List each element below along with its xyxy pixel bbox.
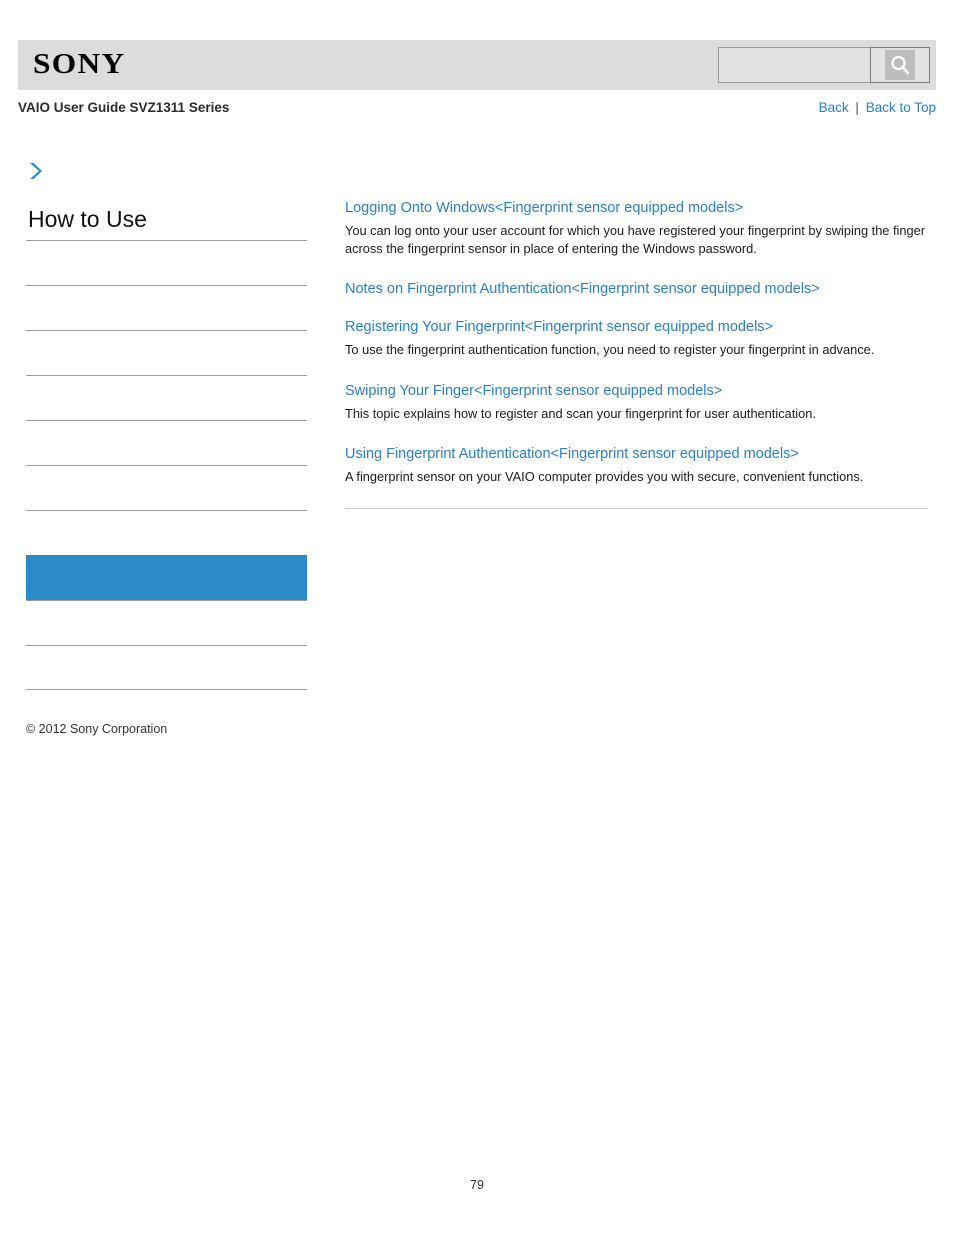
topic-entry: Logging Onto Windows<Fingerprint sensor … — [345, 198, 928, 257]
topic-link[interactable]: Notes on Fingerprint Authentication<Fing… — [345, 279, 928, 299]
content-divider — [345, 507, 928, 509]
copyright-notice: © 2012 Sony Corporation — [26, 722, 168, 736]
back-link[interactable]: Back — [819, 100, 849, 115]
top-navigation: Back | Back to Top — [819, 100, 936, 115]
sidebar-item-9[interactable] — [26, 645, 307, 690]
guide-title: VAIO User Guide SVZ1311 Series — [18, 100, 230, 115]
sidebar-item-4[interactable] — [26, 420, 307, 465]
topic-link[interactable]: Registering Your Fingerprint<Fingerprint… — [345, 317, 928, 337]
page-title: How to Use — [28, 206, 147, 232]
topic-entry: Registering Your Fingerprint<Fingerprint… — [345, 317, 928, 359]
sony-logo: SONY — [33, 49, 126, 80]
topic-description: To use the fingerprint authentication fu… — [345, 342, 875, 357]
topic-link[interactable]: Using Fingerprint Authentication<Fingerp… — [345, 444, 928, 464]
subheader: VAIO User Guide SVZ1311 Series Back | Ba… — [18, 100, 936, 122]
nav-separator: | — [855, 100, 859, 115]
topic-list: Logging Onto Windows<Fingerprint sensor … — [345, 198, 928, 509]
search-icon — [885, 50, 915, 80]
sidebar-item-2[interactable] — [26, 330, 307, 375]
search-button[interactable] — [870, 47, 930, 83]
sidebar: How to Use © 2012 Sony Corporation — [26, 160, 307, 736]
sidebar-item-5[interactable] — [26, 465, 307, 510]
sidebar-item-8[interactable] — [26, 600, 307, 645]
topic-description: You can log onto your user account for w… — [345, 223, 925, 256]
site-header: SONY — [18, 40, 936, 90]
sidebar-item-1[interactable] — [26, 285, 307, 330]
back-to-top-link[interactable]: Back to Top — [866, 100, 936, 115]
sidebar-item-3[interactable] — [26, 375, 307, 420]
sidebar-item-0[interactable] — [26, 240, 307, 285]
topic-entry: Swiping Your Finger<Fingerprint sensor e… — [345, 381, 928, 423]
topic-link[interactable]: Logging Onto Windows<Fingerprint sensor … — [345, 198, 928, 218]
sidebar-nav-list — [26, 240, 307, 690]
topic-description: This topic explains how to register and … — [345, 405, 816, 421]
topic-entry: Notes on Fingerprint Authentication<Fing… — [345, 279, 928, 299]
topic-entry: Using Fingerprint Authentication<Fingerp… — [345, 444, 928, 486]
sidebar-item-7-active[interactable] — [26, 555, 307, 600]
search-area — [718, 47, 930, 83]
sidebar-item-6[interactable] — [26, 510, 307, 555]
page-number: 79 — [470, 1178, 484, 1192]
chevron-right-icon[interactable] — [26, 160, 46, 182]
search-input[interactable] — [718, 47, 870, 83]
topic-description: A fingerprint sensor on your VAIO comput… — [345, 469, 864, 484]
topic-link[interactable]: Swiping Your Finger<Fingerprint sensor e… — [345, 381, 928, 401]
